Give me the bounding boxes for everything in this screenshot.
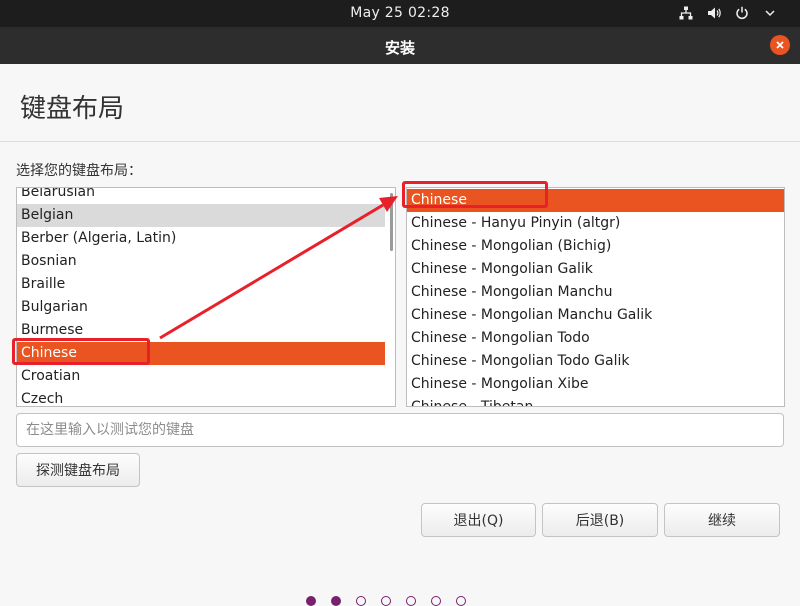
list-item[interactable]: Czech <box>17 388 385 406</box>
list-item[interactable]: Chinese - Mongolian Todo Galik <box>407 350 784 373</box>
progress-dot <box>431 596 441 606</box>
chevron-down-icon[interactable] <box>762 5 778 21</box>
list-item[interactable]: Belgian <box>17 204 385 227</box>
list-item[interactable]: Braille <box>17 273 385 296</box>
progress-dot <box>456 596 466 606</box>
list-item[interactable]: Chinese - Hanyu Pinyin (altgr) <box>407 212 784 235</box>
progress-dot <box>306 596 316 606</box>
header-divider <box>0 141 800 142</box>
progress-dot <box>381 596 391 606</box>
detect-layout-button[interactable]: 探测键盘布局 <box>16 453 140 487</box>
list-item[interactable]: Croatian <box>17 365 385 388</box>
close-button[interactable] <box>770 35 790 55</box>
close-icon <box>776 41 784 49</box>
progress-dot <box>331 596 341 606</box>
list-item[interactable]: Chinese - Mongolian Xibe <box>407 373 784 396</box>
volume-icon[interactable] <box>706 5 722 21</box>
layout-list-scrollbar[interactable] <box>390 193 393 251</box>
list-item[interactable]: Chinese - Tibetan <box>407 396 784 406</box>
list-item[interactable]: Chinese - Mongolian Galik <box>407 258 784 281</box>
progress-dots <box>306 596 466 606</box>
power-icon[interactable] <box>734 5 750 21</box>
window-title: 安装 <box>384 39 415 57</box>
list-item[interactable]: Chinese - Mongolian Todo <box>407 327 784 350</box>
quit-button[interactable]: 退出(Q) <box>421 503 536 537</box>
system-tray[interactable] <box>678 5 778 21</box>
top-bar: May 25 02:28 <box>0 0 800 27</box>
list-item[interactable]: Chinese - Mongolian Manchu <box>407 281 784 304</box>
list-item[interactable]: Bosnian <box>17 250 385 273</box>
keyboard-layout-rows: Belarusian Belgian Berber (Algeria, Latin)… <box>17 188 395 406</box>
continue-button[interactable]: 继续 <box>664 503 780 537</box>
back-button[interactable]: 后退(B) <box>542 503 658 537</box>
keyboard-layout-list[interactable]: Belarusian Belgian Berber (Algeria, Latin)… <box>16 187 396 407</box>
keyboard-variant-rows: Chinese Chinese - Hanyu Pinyin (altgr) Chi… <box>407 189 784 406</box>
list-item[interactable]: Belarusian <box>17 188 385 204</box>
progress-dot <box>406 596 416 606</box>
annotation-box-variant <box>402 181 548 208</box>
annotation-box-layout <box>12 338 150 365</box>
list-item[interactable]: Chinese - Mongolian (Bichig) <box>407 235 784 258</box>
layout-prompt: 选择您的键盘布局： <box>16 163 142 179</box>
list-item[interactable]: Chinese - Mongolian Manchu Galik <box>407 304 784 327</box>
page-title: 键盘布局 <box>20 94 125 124</box>
progress-dot <box>356 596 366 606</box>
list-item[interactable]: Berber (Algeria, Latin) <box>17 227 385 250</box>
keyboard-test-input[interactable] <box>16 413 784 447</box>
keyboard-variant-list[interactable]: Chinese Chinese - Hanyu Pinyin (altgr) Chi… <box>406 187 785 407</box>
network-icon[interactable] <box>678 5 694 21</box>
list-item[interactable]: Bulgarian <box>17 296 385 319</box>
window-titlebar: 安装 <box>0 27 800 64</box>
